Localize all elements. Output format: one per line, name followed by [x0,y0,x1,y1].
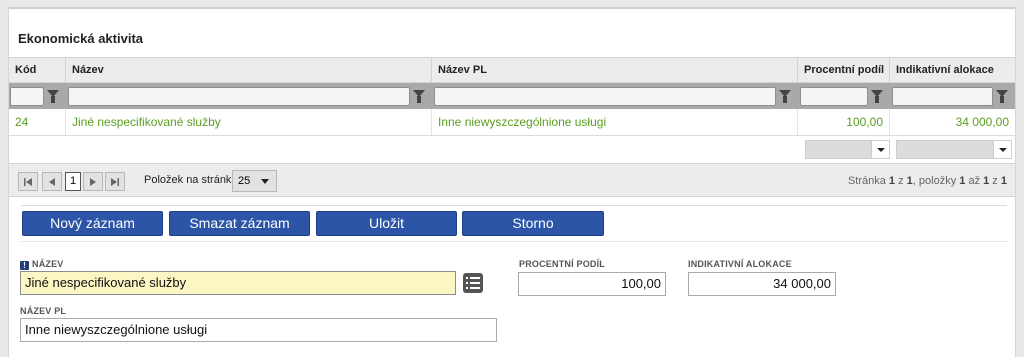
economic-activity-panel: Ekonomická aktivita Kód Název Název PL P… [8,7,1016,357]
pager-info-text: z [989,175,1001,187]
cell-podil: 100,00 [798,109,890,135]
column-header-alokace[interactable]: Indikativní alokace [890,58,1015,82]
filter-input-podil[interactable] [800,86,868,106]
column-header-nazev[interactable]: Název [66,58,432,82]
filter-icon[interactable] [779,89,791,103]
filter-icon[interactable] [871,89,883,103]
save-button[interactable]: Uložit [316,211,457,236]
podil-label: PROCENTNÍ PODÍL [519,259,606,269]
pager-info-text: Stránka [847,175,889,187]
podil-field[interactable]: 100,00 [518,272,666,296]
filter-row [9,83,1015,109]
cell-alokace: 34 000,00 [955,115,1009,129]
filter-cell-nazev-pl [432,86,798,106]
cell-kod: 24 [9,109,66,135]
column-header-kod[interactable]: Kód [9,58,66,82]
filter-icon[interactable] [413,89,425,103]
pager-info-text: až [965,175,984,187]
pager-info-text: , položky [912,175,960,187]
chevron-down-icon [993,140,1011,158]
prev-page-button[interactable] [42,172,62,191]
list-picker-button[interactable] [463,273,483,293]
summary-select-podil[interactable] [805,139,890,159]
list-icon [466,277,480,289]
filter-cell-podil [798,86,890,106]
next-page-icon [90,178,96,186]
summary-row [9,136,1015,162]
alokace-field[interactable]: 34 000,00 [688,272,836,296]
cell-nazev: Jiné nespecifikované služby [66,109,432,135]
cell-nazev-pl: Inne niewyszczególnione usługi [432,109,798,135]
section-title: Ekonomická aktivita [18,31,143,46]
page-size-select[interactable]: 25 [232,170,277,192]
page-size-label: Položek na stránku [144,174,238,186]
pager-info-text: z [895,175,907,187]
current-page-input[interactable]: 1 [65,172,81,191]
pager-info-value: 1 [1000,175,1007,187]
pager: 1 Položek na stránku 25 Stránka 1 z 1, p… [9,163,1015,197]
prev-page-icon [49,178,55,186]
column-header-nazev-pl[interactable]: Název PL [432,58,798,82]
filter-icon[interactable] [996,89,1008,103]
divider [21,241,1007,242]
cancel-button[interactable]: Storno [462,211,604,236]
filter-input-alokace[interactable] [892,86,993,106]
filter-icon[interactable] [47,89,59,103]
delete-record-button[interactable]: Smazat záznam [169,211,310,236]
nazev-label-text: NÁZEV [32,259,64,269]
filter-input-nazev-pl[interactable] [434,86,776,106]
first-page-icon [24,178,32,186]
new-record-button[interactable]: Nový záznam [22,211,163,236]
table-row[interactable]: 24 Jiné nespecifikované služby Inne niew… [9,109,1015,136]
grid-header: Kód Název Název PL Procentní podíl Indik… [9,57,1015,83]
nazev-pl-field[interactable]: Inne niewyszczególnione usługi [20,318,497,342]
nazev-label: ! NÁZEV [20,259,64,270]
divider [21,205,1007,206]
nazev-field[interactable]: Jiné nespecifikované služby [20,271,456,295]
last-page-button[interactable] [105,172,125,191]
alokace-label: INDIKATIVNÍ ALOKACE [688,259,792,269]
filter-cell-nazev [66,86,432,106]
pager-info: Stránka 1 z 1, položky 1 až 1 z 1 [848,175,1007,187]
filter-input-nazev[interactable] [68,86,410,106]
nazev-pl-label: NÁZEV PL [20,306,67,316]
first-page-button[interactable] [18,172,38,191]
summary-select-alokace[interactable] [896,139,1012,159]
last-page-icon [111,178,119,186]
chevron-down-icon [871,140,889,158]
filter-cell-kod [9,86,66,106]
next-page-button[interactable] [83,172,103,191]
required-icon: ! [20,261,29,270]
filter-cell-alokace [890,86,1015,106]
data-grid: Kód Název Název PL Procentní podíl Indik… [9,57,1015,162]
column-header-podil[interactable]: Procentní podíl [798,58,890,82]
filter-input-kod[interactable] [10,86,44,106]
